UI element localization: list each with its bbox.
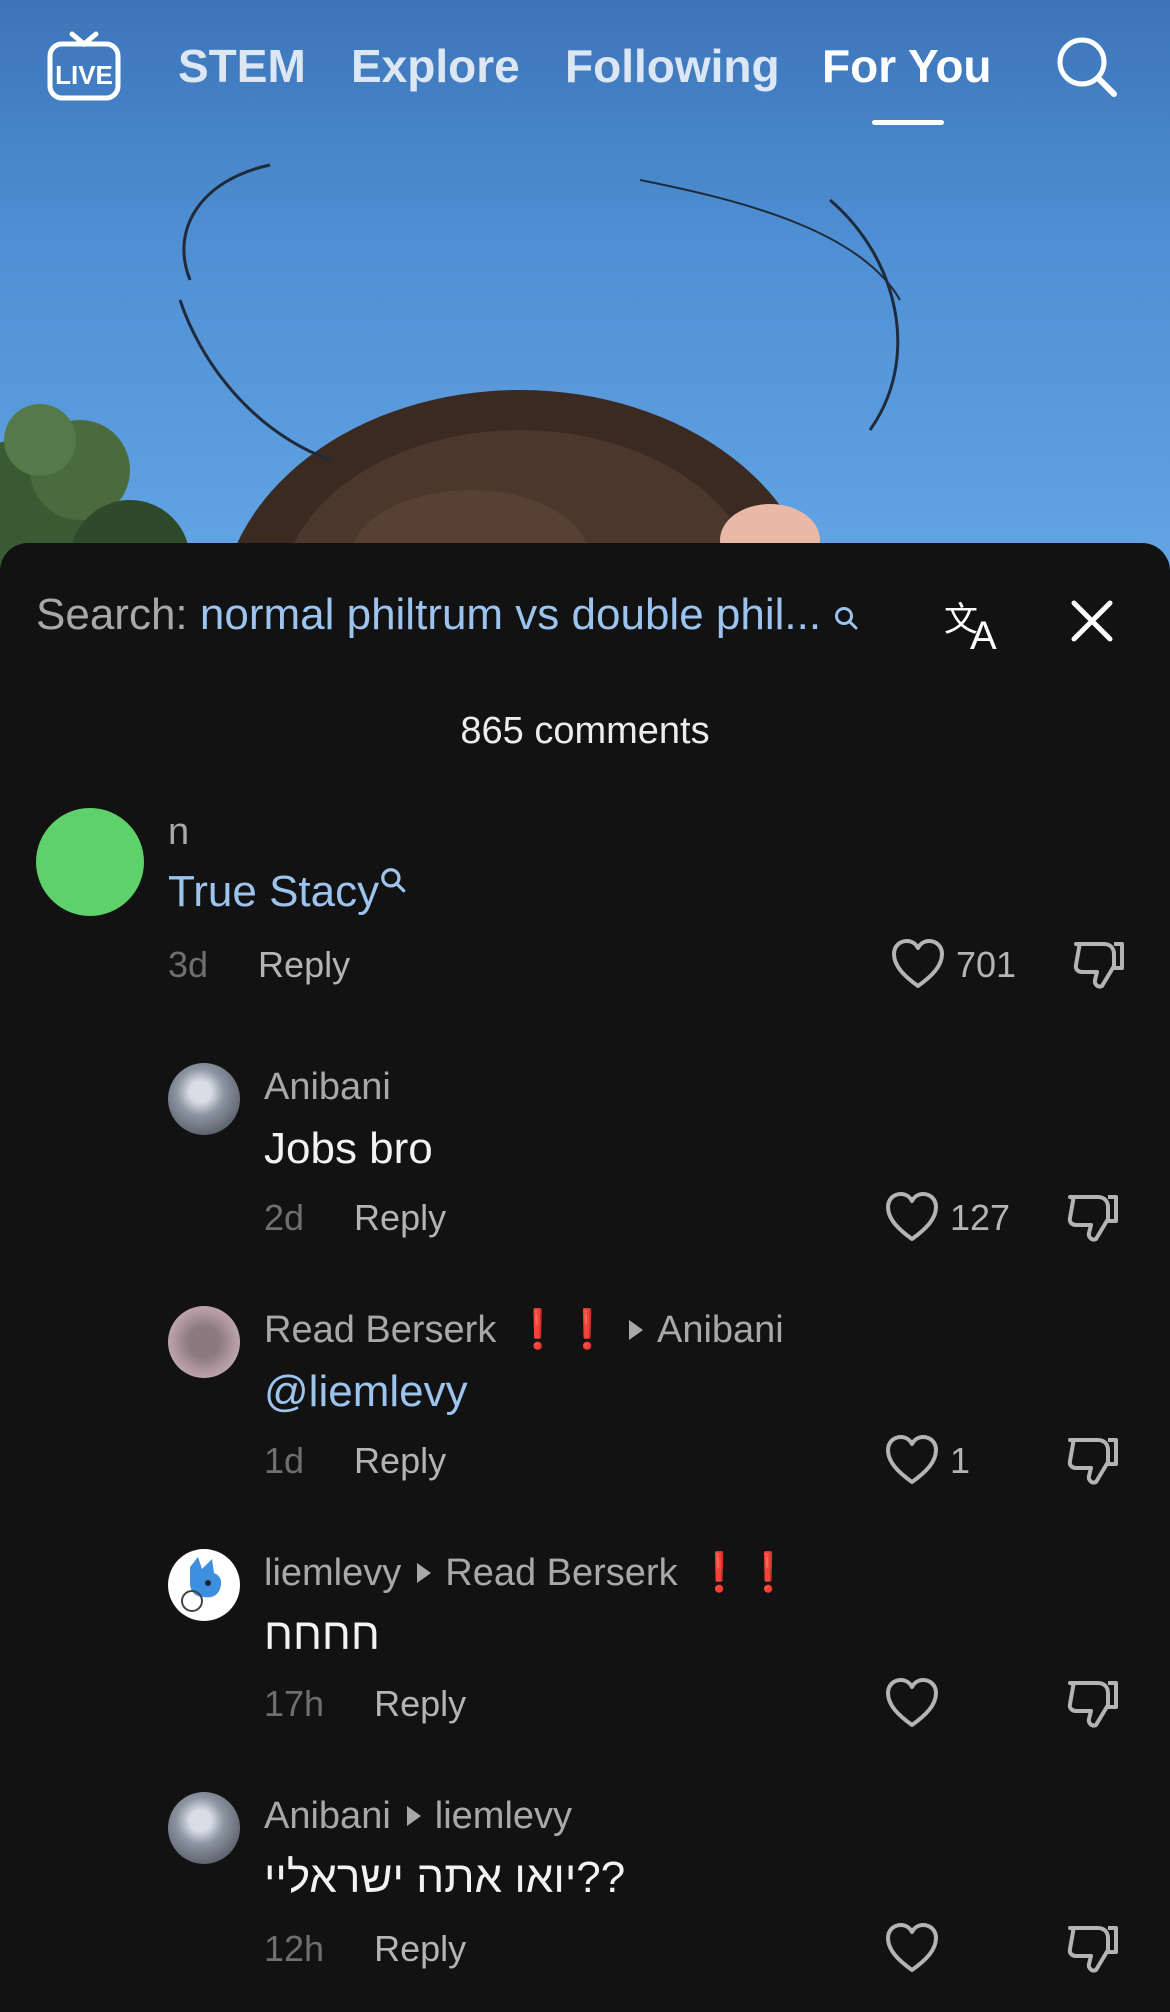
comment-username[interactable]: liemlevy Read Berserk ❗❗ <box>264 1549 794 1597</box>
reply-button[interactable]: Reply <box>354 1197 446 1238</box>
comment-time: 1d <box>264 1440 305 1481</box>
live-tv-icon[interactable]: LIVE <box>46 28 122 104</box>
comment-count: 865 comments <box>460 710 710 752</box>
reply-button[interactable]: Reply <box>258 944 350 985</box>
comment-time: 12h <box>264 1928 325 1969</box>
comment-username[interactable]: Anibani liemlevy <box>264 1792 572 1840</box>
svg-text:LIVE: LIVE <box>55 60 113 90</box>
heart-icon[interactable] <box>884 1677 940 1729</box>
reply-to-username[interactable]: liemlevy <box>435 1795 572 1837</box>
svg-text:A: A <box>970 614 997 653</box>
comment-username[interactable]: Read Berserk ❗❗ Anibani <box>264 1306 784 1354</box>
comment-text: חחחח <box>264 1610 380 1659</box>
avatar[interactable] <box>168 1792 240 1864</box>
reply-arrow-icon <box>406 1805 421 1826</box>
avatar[interactable] <box>168 1306 240 1378</box>
search-term-link[interactable]: normal philtrum vs double phil... <box>200 590 821 639</box>
mention-link[interactable]: @liemlevy <box>264 1364 468 1420</box>
tab-stem[interactable]: STEM <box>178 38 306 94</box>
reply-to-username[interactable]: Anibani <box>657 1309 784 1351</box>
search-label: Search: <box>36 590 188 639</box>
translate-icon[interactable]: 文 A <box>942 593 1006 658</box>
related-search[interactable]: Search: normal philtrum vs double phil..… <box>36 583 936 647</box>
badge-emoji: ❗❗ <box>514 1309 613 1351</box>
avatar[interactable] <box>36 808 144 916</box>
tab-for-you[interactable]: For You <box>822 38 992 94</box>
thumbs-down-icon[interactable] <box>1064 1432 1120 1488</box>
reply-to-username[interactable]: Read Berserk <box>445 1552 677 1594</box>
thumbs-down-icon[interactable] <box>1064 1189 1120 1245</box>
comment-meta: 1d Reply <box>264 1438 446 1484</box>
top-navigation: LIVE STEM Explore Following For You <box>0 0 1170 140</box>
comment-text: יואו אתה ישראליי?? <box>264 1853 626 1902</box>
search-icon[interactable] <box>1052 32 1120 100</box>
comment-time: 2d <box>264 1197 305 1238</box>
comment-meta: 2d Reply <box>264 1195 446 1241</box>
username-text: Anibani <box>264 1795 391 1837</box>
heart-icon[interactable] <box>884 1191 940 1243</box>
reply-button[interactable]: Reply <box>374 1683 466 1724</box>
like-count: 127 <box>950 1197 1011 1238</box>
comment-search-link[interactable]: True Stacy <box>168 864 407 920</box>
comment-meta: 3d Reply <box>168 942 350 988</box>
thumbs-down-icon[interactable] <box>1070 936 1126 992</box>
comment-username[interactable]: Anibani <box>264 1063 391 1111</box>
close-icon[interactable] <box>1068 597 1116 645</box>
reply-button[interactable]: Reply <box>374 1928 466 1969</box>
comment-time: 3d <box>168 944 209 985</box>
like-count: 701 <box>956 944 1017 985</box>
heart-icon[interactable] <box>884 1922 940 1974</box>
heart-icon[interactable] <box>890 938 946 990</box>
comment-time: 17h <box>264 1683 325 1724</box>
search-icon <box>381 868 406 893</box>
active-tab-indicator <box>872 120 944 125</box>
username-text: liemlevy <box>264 1552 402 1594</box>
cartoon-avatar <box>181 1557 222 1612</box>
thumbs-down-icon[interactable] <box>1064 1920 1120 1976</box>
reply-arrow-icon <box>628 1319 643 1340</box>
tab-following[interactable]: Following <box>565 38 780 94</box>
comment-text: True Stacy <box>168 867 380 916</box>
search-icon <box>833 585 859 630</box>
comment-meta: 17h Reply <box>264 1681 466 1727</box>
reply-arrow-icon <box>417 1562 432 1583</box>
thumbs-down-icon[interactable] <box>1064 1675 1120 1731</box>
like-count: 1 <box>950 1440 971 1481</box>
comments-sheet: Search: normal philtrum vs double phil..… <box>0 543 1170 2012</box>
tab-explore[interactable]: Explore <box>351 38 520 94</box>
username-text: Read Berserk <box>264 1309 497 1351</box>
avatar[interactable] <box>168 1063 240 1135</box>
avatar[interactable] <box>168 1549 240 1621</box>
comment-username[interactable]: n <box>168 808 189 856</box>
comment-text: Jobs bro <box>264 1124 433 1173</box>
badge-emoji: ❗❗ <box>695 1552 795 1594</box>
reply-button[interactable]: Reply <box>354 1440 446 1481</box>
comment-meta: 12h Reply <box>264 1926 466 1972</box>
heart-icon[interactable] <box>884 1434 940 1486</box>
